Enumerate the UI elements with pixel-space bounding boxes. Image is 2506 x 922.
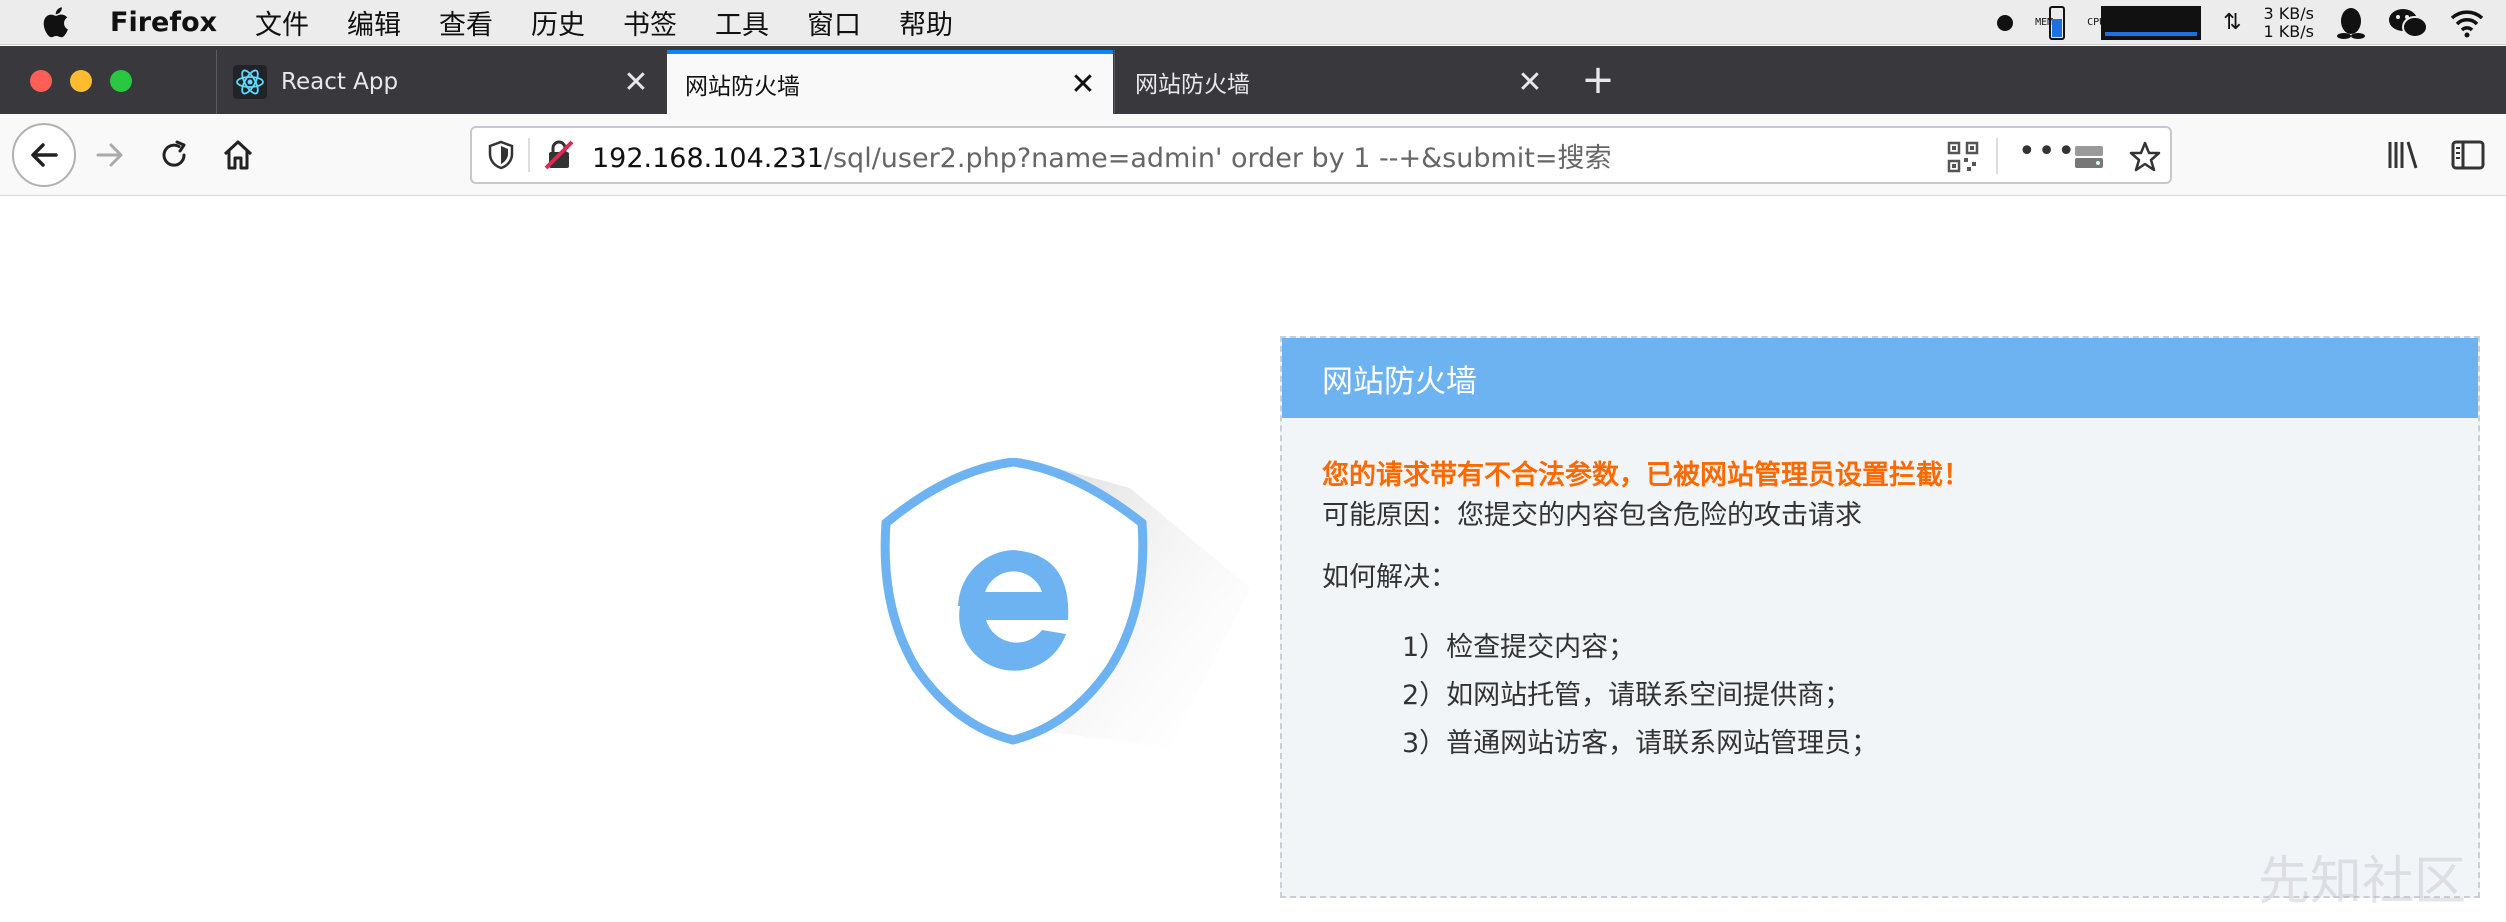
firewall-panel-header: 网站防火墙: [1282, 338, 2478, 418]
resolution-steps-list: 1）检查提交内容； 2）如网站托管，请联系空间提供商； 3）普通网站访客，请联系…: [1322, 624, 2438, 768]
tab-react-app[interactable]: React App ✕: [216, 50, 666, 114]
list-item: 1）检查提交内容；: [1402, 632, 1636, 663]
home-button[interactable]: [208, 125, 268, 185]
qr-code-icon[interactable]: [1946, 140, 1980, 174]
back-button[interactable]: [12, 123, 76, 187]
url-host: 192.168.104.231: [592, 142, 824, 174]
cpu-monitor[interactable]: CPU: [2087, 5, 2202, 40]
menu-bookmarks[interactable]: 书签: [623, 3, 677, 42]
cpu-graph: [2101, 5, 2202, 40]
wifi-icon[interactable]: [2450, 8, 2484, 38]
reload-button[interactable]: [144, 125, 204, 185]
watermark-text: 先知社区: [2257, 852, 2466, 912]
insecure-connection-lock-icon[interactable]: [542, 138, 576, 172]
hard-drive-extension-icon[interactable]: [2072, 140, 2106, 174]
window-zoom-button[interactable]: [110, 70, 132, 92]
window-close-button[interactable]: [30, 70, 52, 92]
back-arrow-icon: [31, 143, 58, 167]
tab-title: 网站防火墙: [1135, 72, 1250, 98]
tab-firewall[interactable]: 网站防火墙 ✕: [1114, 50, 1560, 114]
library-icon[interactable]: [2386, 138, 2422, 172]
list-item: 3）普通网站访客，请联系网站管理员；: [1402, 728, 1879, 759]
cpu-label: CPU: [2087, 16, 2106, 28]
menu-app-name[interactable]: Firefox: [110, 7, 217, 38]
close-tab-icon[interactable]: ✕: [616, 62, 656, 102]
tab-firewall-active[interactable]: 网站防火墙 ✕: [667, 50, 1113, 114]
possible-reason-text: 可能原因：您提交的内容包含危险的攻击请求: [1322, 500, 1862, 531]
firewall-panel-body: 您的请求带有不合法参数，已被网站管理员设置拦截！ 可能原因：您提交的内容包含危险…: [1282, 418, 2478, 806]
forward-arrow-icon: [96, 143, 123, 167]
reload-icon: [162, 140, 186, 167]
menu-history[interactable]: 历史: [531, 3, 585, 42]
network-arrows-icon: ⇅: [2223, 10, 2242, 35]
menu-status-area: MEM CPU ⇅ 3 KB/s 1 KB/s: [1997, 0, 2506, 45]
bookmark-star-icon[interactable]: [2128, 140, 2162, 174]
tab-title: React App: [281, 69, 399, 95]
forward-button[interactable]: [80, 125, 140, 185]
menu-file[interactable]: 文件: [255, 3, 309, 42]
menu-view[interactable]: 查看: [439, 3, 493, 42]
tracking-protection-shield-icon[interactable]: [486, 139, 516, 171]
navigation-toolbar: 192.168.104.231/sql/user2.php?name=admin…: [0, 114, 2506, 196]
sidebar-toggle-icon[interactable]: [2450, 138, 2486, 172]
list-item: 2）如网站托管，请联系空间提供商；: [1402, 680, 1852, 711]
memory-label: MEM: [2035, 16, 2054, 28]
close-tab-icon[interactable]: ✕: [1063, 64, 1103, 104]
wechat-icon[interactable]: [2388, 6, 2428, 40]
firewall-shield-logo-icon: [880, 458, 1250, 748]
how-to-resolve-heading: 如何解决：: [1322, 562, 1457, 593]
window-minimize-button[interactable]: [70, 70, 92, 92]
network-up-speed: 3 KB/s: [2263, 3, 2314, 23]
qq-penguin-icon[interactable]: [2336, 6, 2366, 40]
url-path: /sql/user2.php?name=admin' order by 1 --…: [823, 142, 1612, 174]
tab-strip: React App ✕ 网站防火墙 ✕ 网站防火墙 ✕ +: [0, 46, 2506, 114]
url-text[interactable]: 192.168.104.231/sql/user2.php?name=admin…: [592, 136, 1612, 175]
page-viewport: 网站防火墙 您的请求带有不合法参数，已被网站管理员设置拦截！ 可能原因：您提交的…: [0, 196, 2506, 922]
network-down-speed: 1 KB/s: [2263, 21, 2314, 41]
url-bar[interactable]: 192.168.104.231/sql/user2.php?name=admin…: [470, 126, 2172, 184]
menu-help[interactable]: 帮助: [899, 3, 953, 42]
page-actions-menu-icon[interactable]: •••: [2018, 134, 2077, 169]
firewall-panel: 网站防火墙 您的请求带有不合法参数，已被网站管理员设置拦截！ 可能原因：您提交的…: [1280, 336, 2480, 898]
menu-window[interactable]: 窗口: [807, 3, 861, 42]
apple-logo-icon[interactable]: [40, 6, 70, 38]
macos-menu-bar: Firefox 文件 编辑 查看 历史 书签 工具 窗口 帮助 MEM CPU …: [0, 0, 2506, 45]
network-speed[interactable]: 3 KB/s 1 KB/s: [2263, 3, 2314, 41]
blocked-request-alert: 您的请求带有不合法参数，已被网站管理员设置拦截！: [1322, 460, 1970, 491]
tab-title: 网站防火墙: [685, 74, 800, 100]
close-tab-icon[interactable]: ✕: [1510, 62, 1550, 102]
menu-edit[interactable]: 编辑: [347, 3, 401, 42]
react-logo-icon: [233, 65, 267, 99]
home-icon: [223, 140, 253, 170]
new-tab-button[interactable]: +: [1576, 60, 1620, 104]
menu-tools[interactable]: 工具: [715, 3, 769, 42]
memory-bar: [2049, 5, 2066, 40]
record-dot-icon[interactable]: [1997, 14, 2014, 31]
memory-monitor[interactable]: MEM: [2035, 5, 2066, 40]
